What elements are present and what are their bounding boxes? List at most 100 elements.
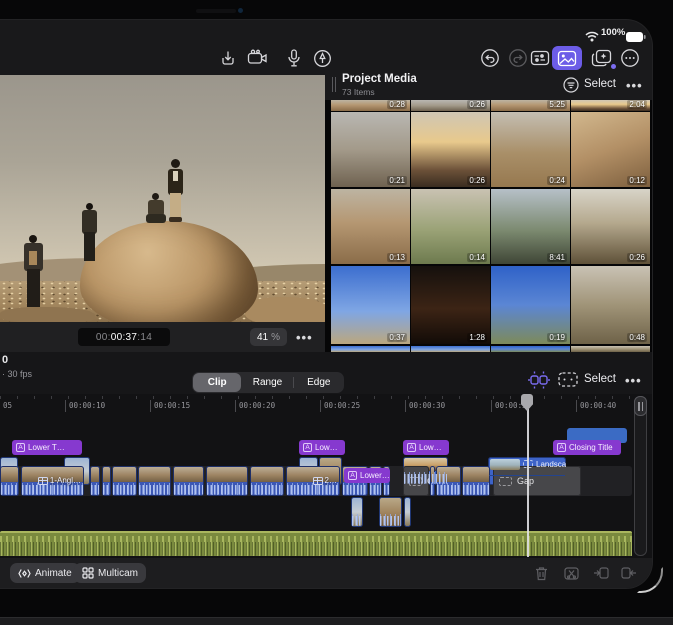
clip-thumbnail [490,459,520,470]
media-thumbnail[interactable]: 0:14 [411,189,490,264]
device-corner-highlight [637,567,663,593]
delete-button[interactable] [533,565,549,581]
timeline-select-button[interactable]: Select [584,373,616,385]
media-grid: 0:28 0:26 5:25 2:04 0:21 0:26 0:24 0:12 … [325,100,652,352]
track-scroll-handle[interactable] [634,396,647,416]
animate-button[interactable]: Animate [10,563,80,583]
title-label: Lower… [360,471,390,480]
media-thumbnail[interactable]: 8:41 [491,189,570,264]
media-thumbnail[interactable]: 0:21 [331,112,410,187]
timeline-clip[interactable] [138,466,171,496]
media-thumbnail[interactable]: 0:28 [331,100,410,111]
split-button[interactable] [563,565,579,581]
title-clip[interactable]: A Low… [403,440,449,455]
title-icon: A [303,443,312,452]
connected-clip[interactable] [404,497,411,527]
title-clip[interactable]: A Low… [299,440,345,455]
viewer-more-button[interactable]: ••• [296,330,313,345]
zoom-level-button[interactable]: 41 % [250,328,287,346]
media-thumbnail[interactable]: 0:13 [331,189,410,264]
media-thumbnail[interactable]: 0:26 [571,189,650,264]
clip-duration: 0:48 [627,333,647,342]
playhead[interactable] [527,396,529,557]
ruler-label: 00:00:20 [235,400,275,412]
clip-duration: 5:25 [547,100,567,109]
ruler-label: 00:00:25 [320,400,360,412]
media-thumbnail[interactable]: 2:04 [571,100,650,111]
timeline-clip[interactable] [250,466,284,496]
jog-wheel-icon[interactable] [527,369,551,396]
title-clip-closing[interactable]: A Closing Title [553,440,621,455]
timeline-clip[interactable] [206,466,248,496]
timeline-clip[interactable] [462,466,490,496]
media-thumbnail[interactable]: 0:26 [411,112,490,187]
viewer[interactable] [0,75,325,322]
title-icon: A [407,443,416,452]
media-thumbnail[interactable]: 0:12 [571,112,650,187]
media-panel: Project Media 73 Items Select ••• 0:28 0… [325,70,652,352]
clip-duration: 1:28 [467,333,487,342]
timeline-clip[interactable] [102,466,111,496]
clip-duration: 0:26 [627,253,647,262]
time-ruler[interactable]: 05 00:00:10 00:00:15 00:00:20 00:00:25 0… [0,394,652,418]
clip-duration: 0:26 [467,100,487,109]
media-thumbnail[interactable]: 0:48 [571,266,650,344]
undo-button[interactable] [478,46,502,70]
track-scroll-track[interactable] [634,396,647,556]
import-button[interactable] [216,46,240,70]
media-browser-button[interactable] [552,46,582,70]
mode-clip[interactable]: Clip [193,373,241,392]
inspector-button[interactable] [528,46,552,70]
media-thumbnail[interactable]: 0:37 [331,266,410,344]
pencil-button[interactable] [310,46,334,70]
ruler-label: 00:00:40 [576,400,616,412]
media-thumbnail[interactable]: 0:26 [411,100,490,111]
timeline-more-button[interactable]: ••• [625,373,642,388]
connected-clip[interactable] [351,497,363,527]
multicam-icon [38,477,48,485]
media-thumbnail[interactable]: 0:24 [491,112,570,187]
connect-button[interactable] [621,565,637,581]
panel-more-button[interactable]: ••• [626,78,643,93]
project-info: 0 [2,354,8,366]
mode-edge[interactable]: Edge [295,373,343,392]
title-clip[interactable]: A Lower… [344,468,390,483]
mode-range[interactable]: Range [243,373,291,392]
media-thumbnail[interactable]: 0:19 [491,266,570,344]
viewer-photo-rocks [245,297,325,322]
viewer-photo-rocks [0,307,95,322]
more-button[interactable] [618,46,642,70]
redo-button[interactable] [506,46,530,70]
media-thumbnail[interactable]: 5:25 [491,100,570,111]
timeline-clip[interactable] [0,466,19,496]
timeline-clip[interactable] [90,466,100,496]
filter-icon[interactable] [563,77,579,98]
gap-clip[interactable]: Gap [493,466,581,496]
front-camera [238,8,243,13]
media-thumbnail[interactable]: 1:28 [411,266,490,344]
select-button[interactable]: Select [584,78,616,90]
timeline-clip[interactable] [173,466,204,496]
clip-duration: 0:21 [387,176,407,185]
title-clip[interactable]: A Lower T… [12,440,82,455]
device-frame: 100% [0,0,673,625]
media-panel-header: Project Media 73 Items Select ••• [325,70,652,100]
timeline-header: 0 · 30 fps Clip Range Edge Select ••• [0,352,652,394]
clip-duration: 0:19 [547,333,567,342]
overwrite-tool-icon[interactable] [557,370,579,394]
timecode-display[interactable]: 00:00:37:14 [78,328,170,346]
connected-clip[interactable] [379,497,402,527]
camera-button[interactable] [246,46,270,70]
zoom-unit: % [271,332,280,343]
multicam-clip[interactable]: 2… [286,466,340,496]
segment-divider [293,377,294,388]
microphone-button[interactable] [282,46,306,70]
multicam-button[interactable]: Multicam [74,563,146,583]
insert-button[interactable] [593,565,609,581]
panel-grab-handle[interactable] [332,77,336,92]
multicam-clip[interactable]: 1-Angl… [21,466,84,496]
clip-duration: 0:37 [387,333,407,342]
effects-button[interactable] [587,46,615,70]
timeline-clip[interactable] [112,466,137,496]
audio-track[interactable] [0,531,632,556]
